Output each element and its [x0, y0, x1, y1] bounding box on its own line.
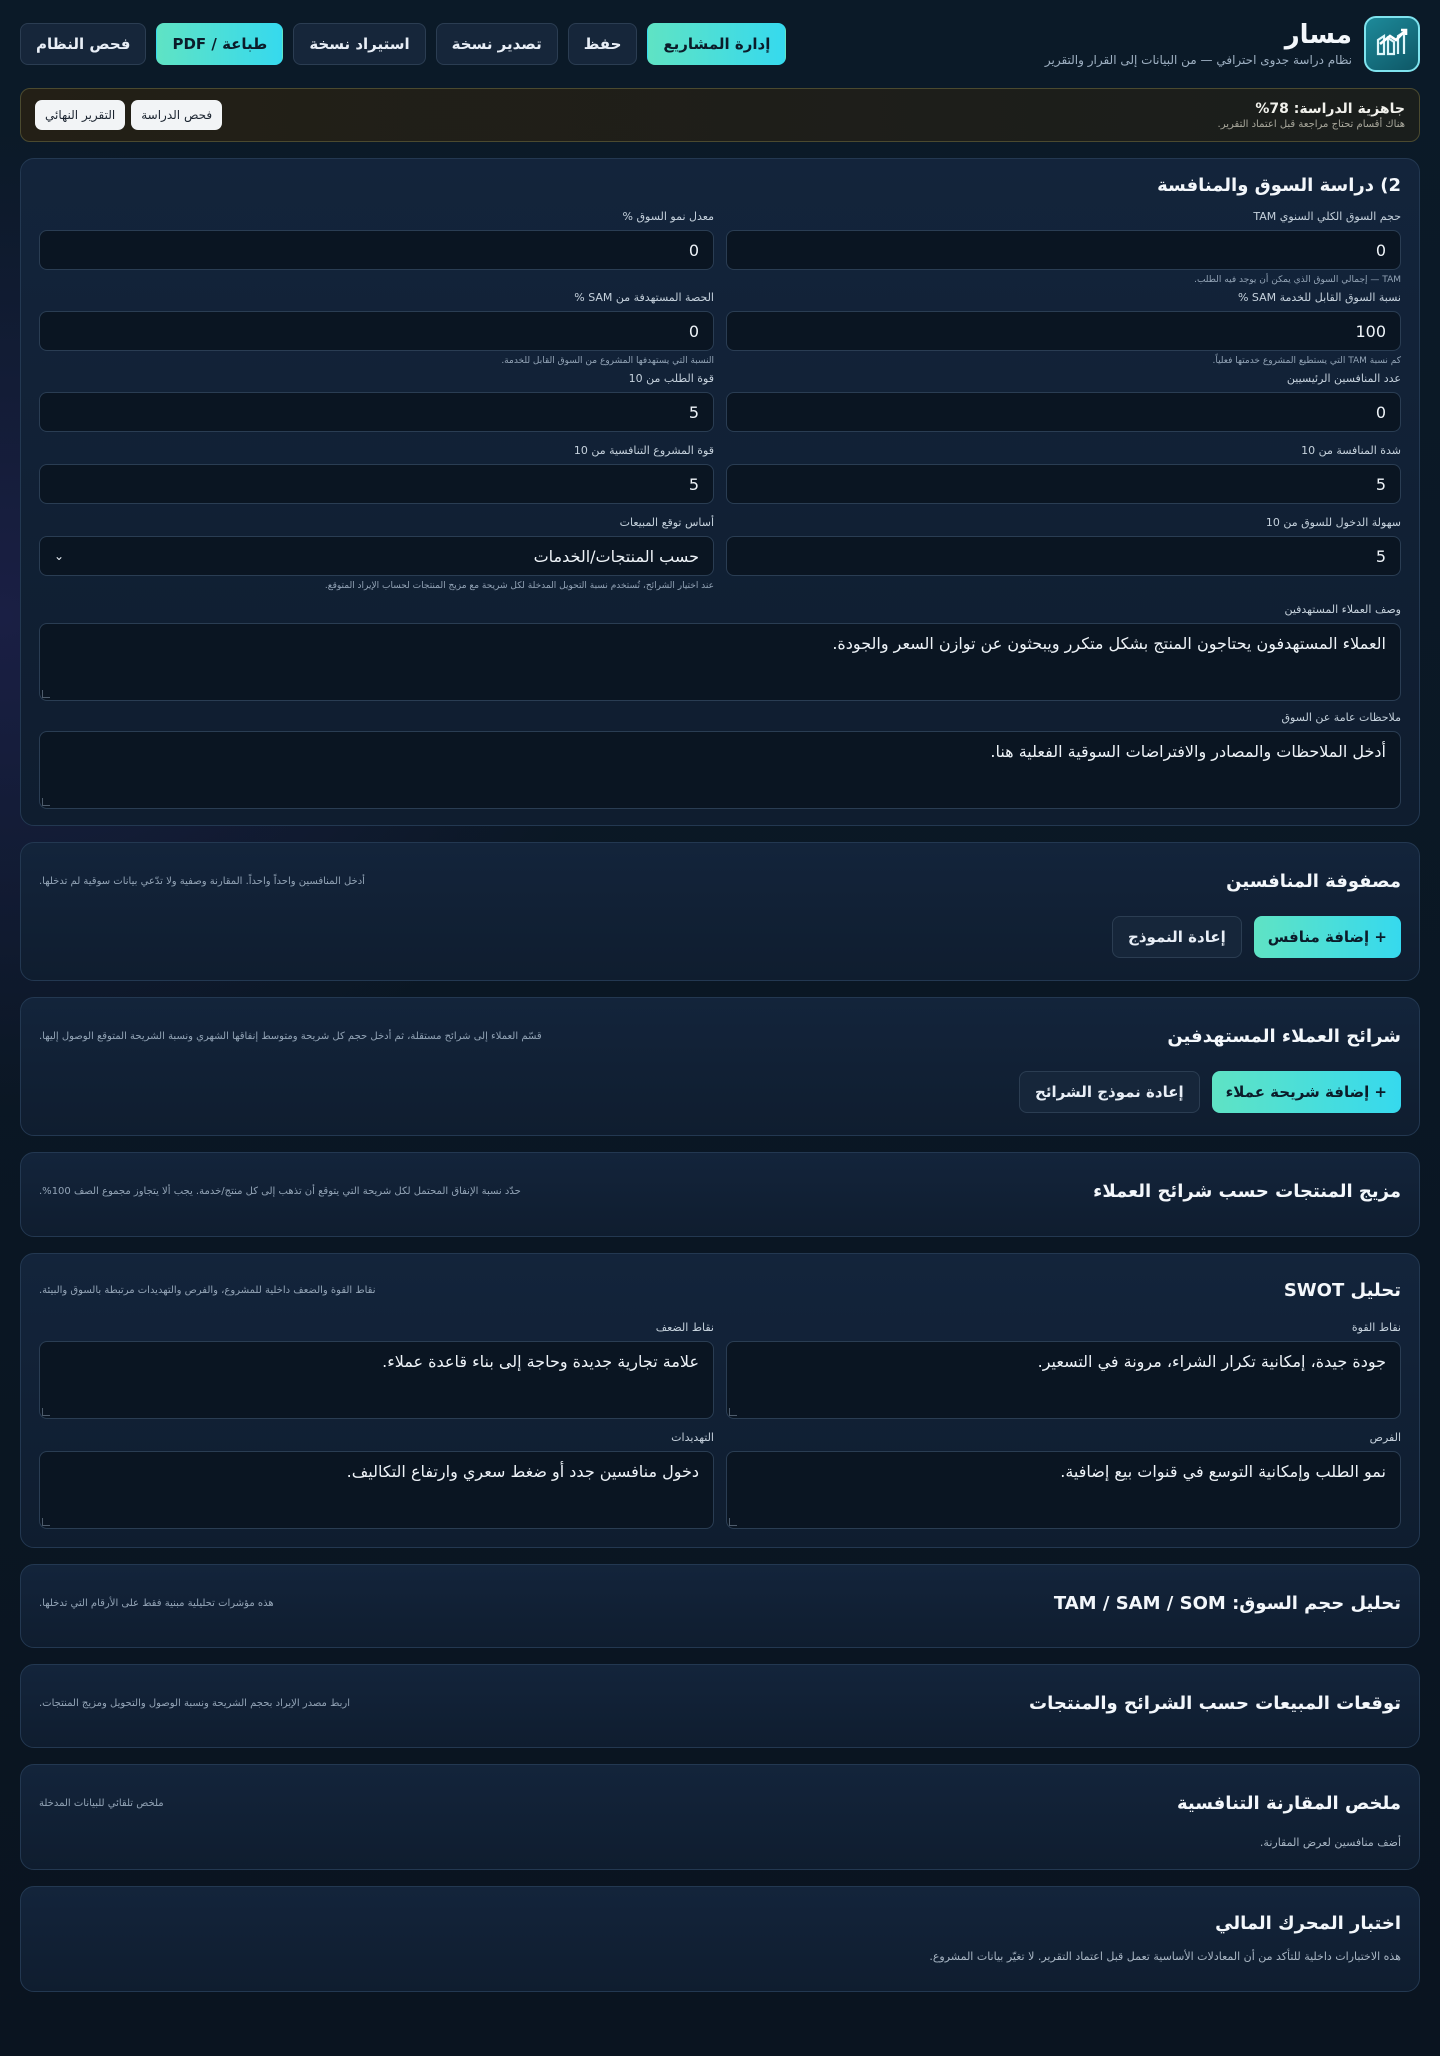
sales-basis-select[interactable]: حسب المنتجات/الخدمات ⌄	[39, 536, 714, 576]
tam-label: حجم السوق الكلي السنوي TAM	[1253, 210, 1401, 223]
financial-engine-title: اختبار المحرك المالي	[1215, 1913, 1401, 1934]
sales-forecast-panel: توقعات المبيعات حسب الشرائح والمنتجات ار…	[20, 1664, 1420, 1748]
competitive-summary-note: ملخص تلقائي للبيانات المدخلة	[39, 1798, 164, 1809]
market-study-title: 2) دراسة السوق والمنافسة	[1157, 175, 1401, 196]
target-share-hint: النسبة التي يستهدفها المشروع من السوق ال…	[501, 356, 714, 366]
segments-note: قسّم العملاء إلى شرائح مستقلة، ثم أدخل ح…	[39, 1031, 542, 1042]
demand-strength-input[interactable]: 5	[39, 392, 714, 432]
market-size-panel: تحليل حجم السوق: TAM / SAM / SOM هذه مؤش…	[20, 1564, 1420, 1648]
competitive-summary-empty: أضف منافسين لعرض المقارنة.	[1259, 1836, 1401, 1849]
sales-basis-value: حسب المنتجات/الخدمات	[533, 546, 699, 566]
opportunities-textarea[interactable]: نمو الطلب وإمكانية التوسع في قنوات بيع إ…	[726, 1451, 1401, 1529]
swot-note: نقاط القوة والضعف داخلية للمشروع، والفرص…	[39, 1285, 376, 1296]
export-copy-button[interactable]: تصدير نسخة	[435, 23, 558, 65]
weaknesses-textarea[interactable]: علامة تجارية جديدة وحاجة إلى بناء قاعدة …	[39, 1341, 714, 1419]
resize-handle-icon[interactable]	[42, 1408, 50, 1416]
tam-input[interactable]: 0	[726, 230, 1401, 270]
brand: مسار نظام دراسة جدوى احترافي — من البيان…	[1045, 16, 1420, 72]
check-study-button[interactable]: فحص الدراسة	[131, 100, 223, 130]
market-study-panel: 2) دراسة السوق والمنافسة حجم السوق الكلي…	[20, 158, 1420, 826]
threats-textarea[interactable]: دخول منافسين جدد أو ضغط سعري وارتفاع الت…	[39, 1451, 714, 1529]
competition-intensity-input[interactable]: 5	[726, 464, 1401, 504]
swot-panel: تحليل SWOT نقاط القوة والضعف داخلية للمش…	[20, 1253, 1420, 1548]
threats-value: دخول منافسين جدد أو ضغط سعري وارتفاع الت…	[346, 1462, 699, 1481]
competitors-note: أدخل المنافسين واحداً واحداً. المقارنة و…	[39, 876, 365, 887]
sam-hint: كم نسبة TAM التي يستطيع المشروع خدمتها ف…	[1212, 356, 1401, 366]
tam-hint: TAM — إجمالي السوق الذي يمكن أن يوجد فيه…	[1194, 275, 1401, 285]
resize-handle-icon[interactable]	[42, 1518, 50, 1526]
market-notes-value: أدخل الملاحظات والمصادر والافتراضات السو…	[990, 742, 1386, 761]
add-competitor-button[interactable]: + إضافة منافس	[1253, 916, 1401, 958]
segments-title: شرائح العملاء المستهدفين	[1167, 1026, 1401, 1047]
resize-handle-icon[interactable]	[42, 798, 50, 806]
sam-input[interactable]: 100	[726, 311, 1401, 351]
opportunities-value: نمو الطلب وإمكانية التوسع في قنوات بيع إ…	[1060, 1462, 1386, 1481]
sales-basis-label: أساس توقع المبيعات	[619, 516, 714, 529]
target-customers-label: وصف العملاء المستهدفين	[1284, 603, 1401, 616]
market-size-note: هذه مؤشرات تحليلية مبنية فقط على الأرقام…	[39, 1598, 274, 1609]
save-button[interactable]: حفظ	[567, 23, 638, 65]
product-mix-note: حدّد نسبة الإنفاق المحتمل لكل شريحة التي…	[39, 1186, 521, 1197]
reset-segments-button[interactable]: إعادة نموذج الشرائح	[1019, 1071, 1200, 1113]
import-copy-button[interactable]: استيراد نسخة	[293, 23, 426, 65]
app-title: مسار	[1284, 19, 1352, 50]
sales-basis-hint: عند اختيار الشرائح، تُستخدم نسبة التحويل…	[324, 581, 714, 591]
swot-title: تحليل SWOT	[1283, 1280, 1401, 1301]
reset-form-button[interactable]: إعادة النموذج	[1112, 916, 1242, 958]
sam-label: نسبة السوق القابل للخدمة SAM %	[1237, 291, 1401, 304]
chart-logo-icon	[1364, 16, 1420, 72]
demand-strength-label: قوة الطلب من 10	[628, 372, 714, 385]
target-share-label: الحصة المستهدفة من SAM %	[574, 291, 714, 304]
product-mix-panel: مزيج المنتجات حسب شرائح العملاء حدّد نسب…	[20, 1152, 1420, 1237]
competitive-strength-input[interactable]: 5	[39, 464, 714, 504]
competitors-count-input[interactable]: 0	[726, 392, 1401, 432]
competitors-title: مصفوفة المنافسين	[1226, 871, 1401, 892]
toolbar: إدارة المشاريع حفظ تصدير نسخة استيراد نس…	[20, 23, 787, 65]
financial-engine-note: هذه الاختبارات داخلية للتأكد من أن المعا…	[929, 1950, 1401, 1963]
market-notes-label: ملاحظات عامة عن السوق	[1281, 711, 1401, 724]
system-check-button[interactable]: فحص النظام	[20, 23, 147, 65]
competitors-panel: مصفوفة المنافسين أدخل المنافسين واحداً و…	[20, 842, 1420, 981]
product-mix-title: مزيج المنتجات حسب شرائح العملاء	[1093, 1181, 1401, 1202]
growth-input[interactable]: 0	[39, 230, 714, 270]
strengths-value: جودة جيدة، إمكانية تكرار الشراء، مرونة ف…	[1037, 1352, 1386, 1371]
market-entry-input[interactable]: 5	[726, 536, 1401, 576]
chevron-down-icon: ⌄	[54, 549, 65, 563]
resize-handle-icon[interactable]	[729, 1518, 737, 1526]
market-notes-textarea[interactable]: أدخل الملاحظات والمصادر والافتراضات السو…	[39, 731, 1401, 809]
strengths-textarea[interactable]: جودة جيدة، إمكانية تكرار الشراء، مرونة ف…	[726, 1341, 1401, 1419]
readiness-subtitle: هناك أقسام تحتاج مراجعة قبل اعتماد التقر…	[1217, 118, 1405, 130]
competitive-strength-label: قوة المشروع التنافسية من 10	[573, 444, 714, 457]
add-segment-button[interactable]: + إضافة شريحة عملاء	[1211, 1071, 1401, 1113]
top-bar: مسار نظام دراسة جدوى احترافي — من البيان…	[20, 0, 1420, 88]
sales-forecast-title: توقعات المبيعات حسب الشرائح والمنتجات	[1029, 1693, 1401, 1714]
competitors-count-label: عدد المنافسين الرئيسيين	[1286, 372, 1401, 385]
readiness-banner: جاهزية الدراسة: 78% هناك أقسام تحتاج مرا…	[20, 88, 1420, 142]
opportunities-label: الفرص	[1369, 1431, 1401, 1444]
market-entry-label: سهولة الدخول للسوق من 10	[1265, 516, 1401, 529]
segments-panel: شرائح العملاء المستهدفين قسّم العملاء إل…	[20, 997, 1420, 1136]
manage-projects-button[interactable]: إدارة المشاريع	[647, 23, 787, 65]
strengths-label: نقاط القوة	[1351, 1321, 1401, 1334]
market-size-title: تحليل حجم السوق: TAM / SAM / SOM	[1053, 1593, 1401, 1614]
target-share-input[interactable]: 0	[39, 311, 714, 351]
target-customers-textarea[interactable]: العملاء المستهدفون يحتاجون المنتج بشكل م…	[39, 623, 1401, 701]
print-pdf-button[interactable]: طباعة / PDF	[156, 23, 284, 65]
weaknesses-value: علامة تجارية جديدة وحاجة إلى بناء قاعدة …	[382, 1352, 699, 1371]
target-customers-value: العملاء المستهدفون يحتاجون المنتج بشكل م…	[832, 634, 1386, 653]
weaknesses-label: نقاط الضعف	[655, 1321, 714, 1334]
financial-engine-panel: اختبار المحرك المالي هذه الاختبارات داخل…	[20, 1886, 1420, 1992]
threats-label: التهديدات	[671, 1431, 714, 1444]
sales-forecast-note: اربط مصدر الإيراد بحجم الشريحة ونسبة الو…	[39, 1698, 350, 1709]
readiness-title: جاهزية الدراسة: 78%	[1255, 100, 1405, 117]
competitive-summary-title: ملخص المقارنة التنافسية	[1176, 1793, 1401, 1814]
resize-handle-icon[interactable]	[729, 1408, 737, 1416]
app-subtitle: نظام دراسة جدوى احترافي — من البيانات إل…	[1044, 53, 1352, 68]
growth-label: معدل نمو السوق %	[622, 210, 714, 223]
final-report-button[interactable]: التقرير النهائي	[35, 100, 126, 130]
competition-intensity-label: شدة المنافسة من 10	[1301, 444, 1401, 457]
resize-handle-icon[interactable]	[42, 690, 50, 698]
competitive-summary-panel: ملخص المقارنة التنافسية ملخص تلقائي للبي…	[20, 1764, 1420, 1870]
